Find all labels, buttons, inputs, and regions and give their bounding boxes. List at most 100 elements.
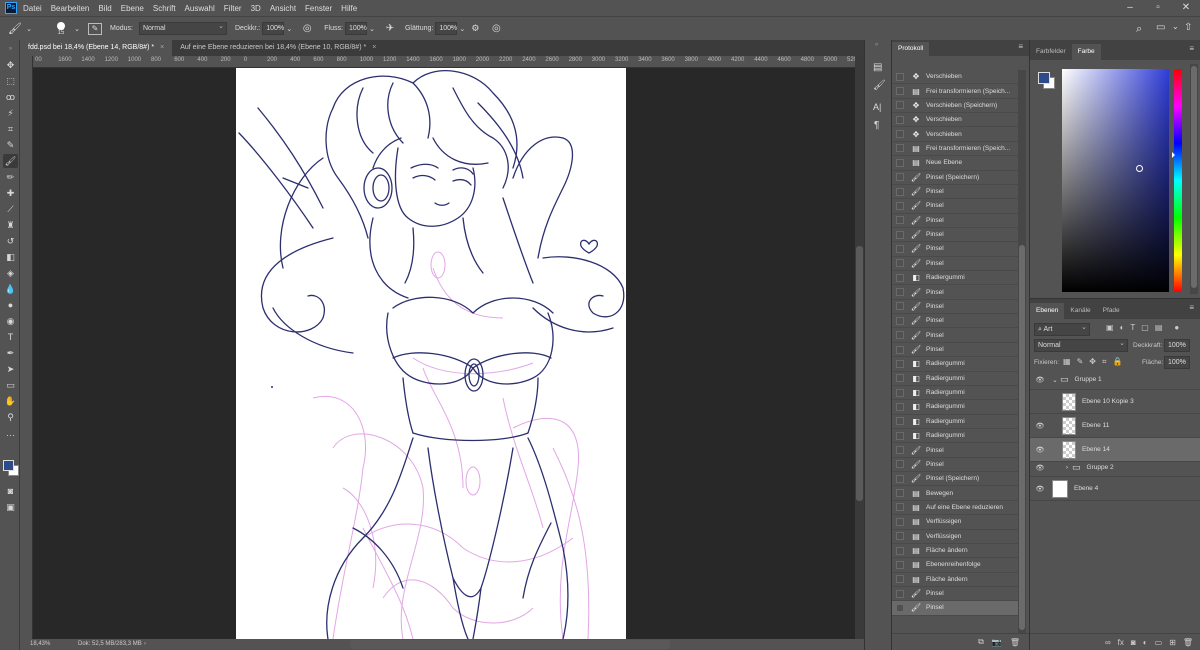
- blend-mode-select[interactable]: Normal: [1034, 338, 1128, 352]
- history-item[interactable]: ◧ Radiergummi: [892, 415, 1018, 429]
- status-arrow-icon[interactable]: ›: [144, 641, 146, 647]
- snapshot-source-checkbox[interactable]: [896, 374, 904, 383]
- snapshot-source-checkbox[interactable]: [896, 388, 904, 397]
- history-item[interactable]: 🖌 Pinsel: [892, 343, 1018, 358]
- snapshot-source-checkbox[interactable]: [896, 603, 904, 612]
- snapshot-source-checkbox[interactable]: [896, 288, 904, 297]
- history-item[interactable]: ▤ Frei transformieren (Speich...: [892, 142, 1018, 157]
- paragraph-panel-icon[interactable]: ¶: [874, 120, 879, 131]
- bucket-tool-icon[interactable]: ◈: [3, 266, 18, 280]
- history-item[interactable]: 🖌 Pinsel: [892, 328, 1018, 343]
- mode-select[interactable]: Normal: [138, 21, 227, 35]
- snapshot-source-checkbox[interactable]: [896, 101, 904, 110]
- layer-thumbnail[interactable]: [1062, 392, 1076, 411]
- layer-row[interactable]: 👁 Ebene 4: [1030, 477, 1200, 501]
- history-item[interactable]: 🖌 Pinsel: [892, 242, 1018, 257]
- snapshot-source-checkbox[interactable]: [896, 244, 904, 253]
- snapshot-source-checkbox[interactable]: [896, 158, 904, 167]
- history-item[interactable]: ▤ Verflüssigen: [892, 515, 1018, 530]
- menu-item-ansicht[interactable]: Ansicht: [270, 4, 296, 13]
- pen-tool-icon[interactable]: ✒: [3, 346, 18, 360]
- snapshot-source-checkbox[interactable]: [896, 216, 904, 225]
- panel-menu-icon[interactable]: ≡: [1018, 42, 1023, 51]
- scroll-thumb[interactable]: [856, 246, 863, 501]
- color-picker-cursor[interactable]: [1136, 165, 1143, 172]
- sponge-tool-icon[interactable]: ◉: [3, 314, 18, 328]
- history-item[interactable]: ◧ Radiergummi: [892, 357, 1018, 372]
- snapshot-source-checkbox[interactable]: [896, 431, 904, 440]
- smoothing-input[interactable]: 100%: [435, 21, 458, 35]
- clone-stamp-icon[interactable]: ♜: [3, 218, 18, 232]
- layer-thumbnail[interactable]: [1062, 416, 1076, 435]
- hand-tool-icon[interactable]: ✋: [3, 394, 18, 408]
- magic-wand-tool-icon[interactable]: ⚡: [3, 106, 18, 120]
- minimize-icon[interactable]: –: [1116, 0, 1144, 16]
- layer-name[interactable]: Ebene 10 Kopie 3: [1082, 398, 1134, 405]
- menu-item-bild[interactable]: Bild: [98, 4, 111, 13]
- panel-menu-icon[interactable]: ≡: [1189, 303, 1194, 312]
- snapshot-source-checkbox[interactable]: [896, 402, 904, 411]
- scroll-thumb[interactable]: [1191, 66, 1197, 288]
- snapshot-source-checkbox[interactable]: [896, 560, 904, 569]
- tab-fdd-psd[interactable]: fdd.psd bei 18,4% (Ebene 14, RGB/8#) * ×: [20, 40, 173, 56]
- layer-row[interactable]: Ebene 10 Kopie 3: [1030, 390, 1200, 414]
- workspace-icon[interactable]: ▭: [1156, 22, 1165, 33]
- adjustment-layer-icon[interactable]: ◐: [1143, 638, 1148, 647]
- snapshot-source-checkbox[interactable]: [896, 201, 904, 210]
- trash-icon[interactable]: 🗑: [1183, 638, 1193, 647]
- tab-reduced[interactable]: Auf eine Ebene reduzieren bei 18,4% (Ebe…: [172, 40, 384, 56]
- snapshot-source-checkbox[interactable]: [896, 417, 904, 426]
- horizontal-scrollbar[interactable]: [350, 640, 670, 649]
- tab-farbfelder[interactable]: Farbfelder: [1030, 44, 1072, 60]
- color-field[interactable]: [1062, 69, 1169, 292]
- history-item[interactable]: ◧ Radiergummi: [892, 372, 1018, 386]
- snapshot-source-checkbox[interactable]: [896, 130, 904, 139]
- history-item[interactable]: ✥ Verschieben (Speichern): [892, 99, 1018, 114]
- snapshot-source-checkbox[interactable]: [896, 474, 904, 483]
- snapshot-source-checkbox[interactable]: [896, 302, 904, 311]
- layer-row[interactable]: 👁 ⌄ ▭ Gruppe 1: [1030, 370, 1200, 390]
- collapse-icon[interactable]: «: [875, 42, 878, 48]
- artwork-canvas[interactable]: [33, 68, 855, 639]
- eye-icon[interactable]: 👁: [1030, 464, 1050, 472]
- history-item[interactable]: 🖌 Pinsel: [892, 314, 1018, 329]
- history-item[interactable]: 🖌 Pinsel: [892, 443, 1018, 458]
- chevron-down-icon[interactable]: ⌄: [72, 25, 82, 33]
- lock-position-icon[interactable]: ✥: [1089, 357, 1096, 367]
- snapshot-source-checkbox[interactable]: [896, 316, 904, 325]
- history-item[interactable]: ▤ Auf eine Ebene reduzieren: [892, 501, 1018, 516]
- snapshot-source-checkbox[interactable]: [896, 489, 904, 498]
- brush-panel-icon[interactable]: 🖌: [873, 80, 886, 91]
- history-item[interactable]: 🖌 Pinsel: [892, 185, 1018, 200]
- tab-ebenen[interactable]: Ebenen: [1030, 303, 1065, 319]
- eye-icon[interactable]: 👁: [1030, 422, 1050, 430]
- layer-style-icon[interactable]: fx: [1118, 638, 1124, 647]
- snapshot-source-checkbox[interactable]: [896, 446, 904, 455]
- lock-all-icon[interactable]: 🔒: [1112, 357, 1122, 367]
- snapshot-source-checkbox[interactable]: [896, 273, 904, 282]
- snapshot-source-checkbox[interactable]: [896, 532, 904, 541]
- blur-tool-icon[interactable]: 💧: [3, 282, 18, 296]
- pressure-size-icon[interactable]: ◎: [489, 23, 503, 34]
- tab-protokoll[interactable]: Protokoll: [892, 42, 930, 56]
- eraser-tool-icon[interactable]: ◧: [3, 250, 18, 264]
- layer-name[interactable]: Ebene 14: [1082, 446, 1110, 453]
- history-item[interactable]: 🖌 Pinsel: [892, 601, 1018, 616]
- menu-item-filter[interactable]: Filter: [224, 4, 242, 13]
- menu-item-fenster[interactable]: Fenster: [305, 4, 332, 13]
- search-icon[interactable]: ⌕: [1136, 23, 1142, 36]
- snapshot-source-checkbox[interactable]: [896, 259, 904, 268]
- snapshot-source-checkbox[interactable]: [896, 331, 904, 340]
- chevron-down-icon[interactable]: ⌄: [1172, 22, 1179, 31]
- new-layer-icon[interactable]: ⊞: [1169, 638, 1176, 647]
- more-tools-icon[interactable]: ···: [3, 428, 18, 442]
- text-tool-icon[interactable]: T: [3, 330, 18, 344]
- zoom-level[interactable]: 18,43%: [30, 641, 50, 647]
- snapshot-source-checkbox[interactable]: [896, 575, 904, 584]
- marquee-tool-icon[interactable]: ⬚: [3, 74, 18, 88]
- eye-icon[interactable]: 👁: [1030, 446, 1050, 454]
- history-item[interactable]: 🖌 Pinsel: [892, 587, 1018, 602]
- lock-pixels-icon[interactable]: ✎: [1077, 357, 1084, 367]
- history-item[interactable]: 🖌 Pinsel: [892, 199, 1018, 214]
- history-item[interactable]: ✥ Verschieben: [892, 127, 1018, 142]
